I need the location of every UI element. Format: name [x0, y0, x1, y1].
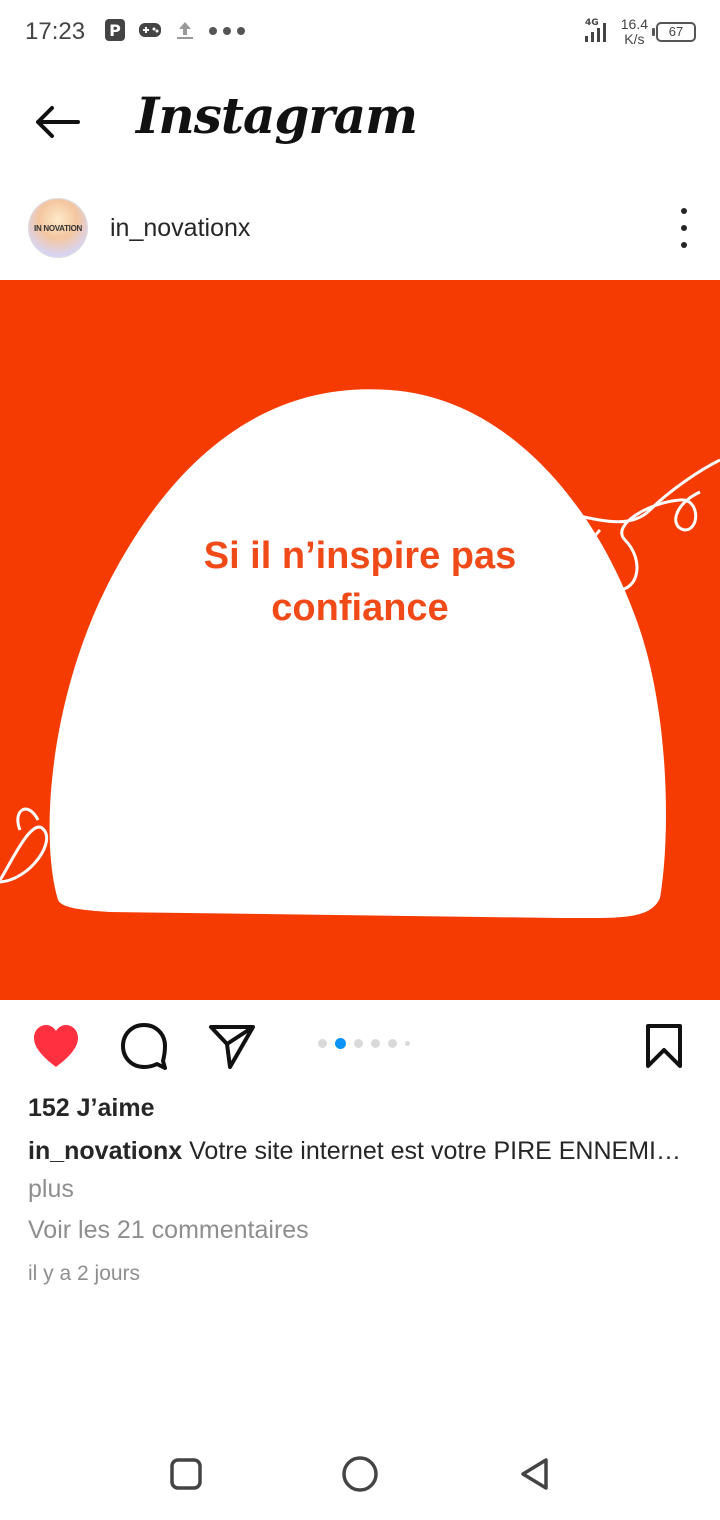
slide-headline: Si il n’inspire pas confiance	[150, 530, 570, 634]
save-button[interactable]	[636, 1020, 692, 1072]
bookmark-icon	[646, 1024, 682, 1068]
arrow-left-icon	[36, 106, 80, 138]
speed-unit: K/s	[624, 31, 645, 47]
network-type: 4G	[585, 18, 599, 28]
status-time: 17:23	[25, 18, 86, 45]
post-username[interactable]: in_novationx	[110, 214, 250, 243]
heart-filled-icon	[34, 1025, 78, 1067]
carousel-indicator	[318, 1038, 410, 1049]
carousel-dot	[405, 1041, 410, 1046]
likes-count[interactable]: 152 J’aime	[28, 1094, 155, 1123]
speed-value: 16.4	[620, 16, 648, 32]
carousel-dot	[371, 1039, 380, 1048]
gamepad-icon	[138, 20, 162, 45]
status-bar: 17:23 P 4G 16.4 K/s 67	[0, 0, 720, 64]
more-notifications-icon	[208, 23, 246, 41]
app-header: Instagram	[0, 70, 720, 170]
system-nav-bar	[0, 1430, 720, 1520]
nav-back-button[interactable]	[506, 1448, 562, 1500]
square-icon	[170, 1458, 202, 1490]
caption-more-link[interactable]: plus	[28, 1175, 74, 1203]
caption-username[interactable]: in_novationx	[28, 1137, 182, 1165]
more-vertical-icon	[681, 208, 687, 214]
recent-apps-button[interactable]	[158, 1448, 214, 1500]
svg-text:P: P	[109, 21, 121, 40]
upload-icon	[174, 19, 196, 46]
network-speed: 16.4 K/s	[621, 17, 648, 47]
carousel-dot	[388, 1039, 397, 1048]
signal-icon: 4G	[583, 16, 613, 49]
slide-headline-line2: confiance	[271, 587, 449, 629]
back-button[interactable]	[28, 96, 84, 148]
carousel-dot	[318, 1039, 327, 1048]
post-illustration	[0, 389, 720, 919]
share-button[interactable]	[204, 1020, 260, 1072]
caption-text: Votre site internet est votre PIRE ENNEM…	[189, 1137, 681, 1165]
paper-plane-icon	[209, 1025, 255, 1069]
system-status: 4G 16.4 K/s 67	[583, 14, 696, 50]
carousel-dot	[354, 1039, 363, 1048]
avatar[interactable]: IN NOVATION	[28, 198, 88, 258]
comment-button[interactable]	[116, 1020, 172, 1072]
more-vertical-icon	[681, 242, 687, 248]
home-button[interactable]	[332, 1448, 388, 1500]
battery-indicator: 67	[652, 22, 696, 42]
like-button[interactable]	[28, 1020, 84, 1072]
post-time: il y a 2 jours	[28, 1262, 141, 1285]
comment-icon	[121, 1023, 167, 1070]
notification-icons: P	[104, 16, 246, 48]
instagram-logo: Instagram	[136, 86, 418, 145]
more-options-button[interactable]	[676, 208, 692, 248]
view-comments-link[interactable]: Voir les 21 commentaires	[28, 1216, 309, 1245]
parking-app-icon: P	[104, 18, 126, 47]
slide-headline-line1: Si il n’inspire pas	[203, 535, 517, 577]
more-vertical-icon	[681, 225, 687, 231]
post-actions	[0, 1000, 720, 1090]
decorative-swirl-left	[0, 807, 49, 884]
post-header: IN NOVATION in_novationx	[0, 190, 720, 270]
caption: in_novationx Votre site internet est vot…	[28, 1132, 688, 1208]
post-image[interactable]: Si il n’inspire pas confiance	[0, 280, 720, 1000]
triangle-back-icon	[521, 1458, 548, 1490]
circle-icon	[342, 1456, 378, 1492]
avatar-text: IN NOVATION	[34, 223, 82, 233]
carousel-dot	[335, 1038, 346, 1049]
white-arch-shape	[49, 389, 666, 919]
